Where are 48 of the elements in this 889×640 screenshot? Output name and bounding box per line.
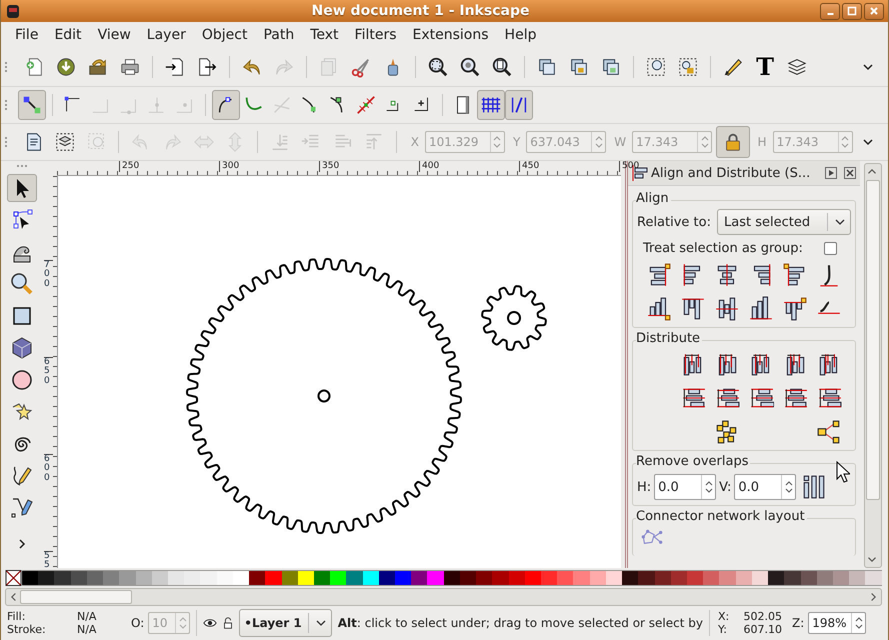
relative-to-label: Relative to:: [637, 214, 711, 230]
ruler-label: 600: [44, 454, 53, 484]
section-label: Connector network layout: [636, 509, 807, 524]
section-label: Remove overlaps: [636, 454, 750, 469]
fill-label: Fill:: [7, 610, 26, 623]
field-label: V:: [719, 480, 732, 494]
number-field[interactable]: 0.0: [734, 474, 796, 500]
ruler-label: 300: [219, 161, 240, 172]
x-coordinate: 502.05: [742, 610, 782, 623]
relative-to-dropdown[interactable]: Last selected: [717, 209, 851, 235]
field-label: H:: [637, 480, 652, 494]
menu-item[interactable]: Path: [255, 27, 302, 43]
field-label: X: [410, 135, 419, 149]
window-title: New document 1 - Inkscape: [310, 3, 530, 19]
toolbar-button[interactable]: T: [749, 52, 781, 82]
zoom-field[interactable]: 198%: [808, 612, 866, 634]
zoom-label: Z:: [792, 616, 804, 630]
y-coordinate: 607.10: [742, 623, 782, 636]
field-label: Y: [512, 135, 520, 149]
y-label: Y:: [718, 623, 728, 636]
ruler-label: 700: [44, 260, 53, 290]
menu-item[interactable]: Layer: [138, 27, 194, 43]
menu-item[interactable]: View: [90, 27, 139, 43]
number-field[interactable]: 0.0: [654, 474, 716, 500]
ruler-label: 650: [44, 357, 53, 386]
section-label: Align: [636, 191, 671, 206]
menu-item[interactable]: Text: [302, 27, 347, 43]
x-label: X:: [718, 610, 730, 623]
field-label: W: [614, 135, 626, 149]
fill-value: N/A: [77, 610, 98, 623]
menu-item[interactable]: Extensions: [404, 27, 497, 43]
stroke-label: Stroke:: [7, 623, 47, 636]
menu-item[interactable]: File: [7, 27, 46, 43]
menu-item[interactable]: Edit: [46, 27, 90, 43]
status-message: Alt: click to select under; drag to move selected or select by: [338, 616, 703, 630]
ruler-label: 350: [319, 161, 340, 172]
menu-item[interactable]: Object: [194, 27, 256, 43]
opacity-label: O:: [131, 616, 144, 630]
layer-dropdown[interactable]: •Layer 1: [239, 609, 332, 637]
stroke-value: N/A: [77, 623, 98, 636]
checkbox-label: Treat selection as group:: [643, 241, 803, 256]
ruler-label: 450: [519, 161, 540, 172]
ruler-label: 400: [419, 161, 440, 172]
menu-item[interactable]: Filters: [346, 27, 405, 43]
ruler-label: 250: [119, 161, 140, 172]
field-label: H: [758, 135, 767, 149]
dock-title: Align and Distribute (S...: [651, 166, 812, 180]
menu-item[interactable]: Help: [496, 27, 544, 43]
